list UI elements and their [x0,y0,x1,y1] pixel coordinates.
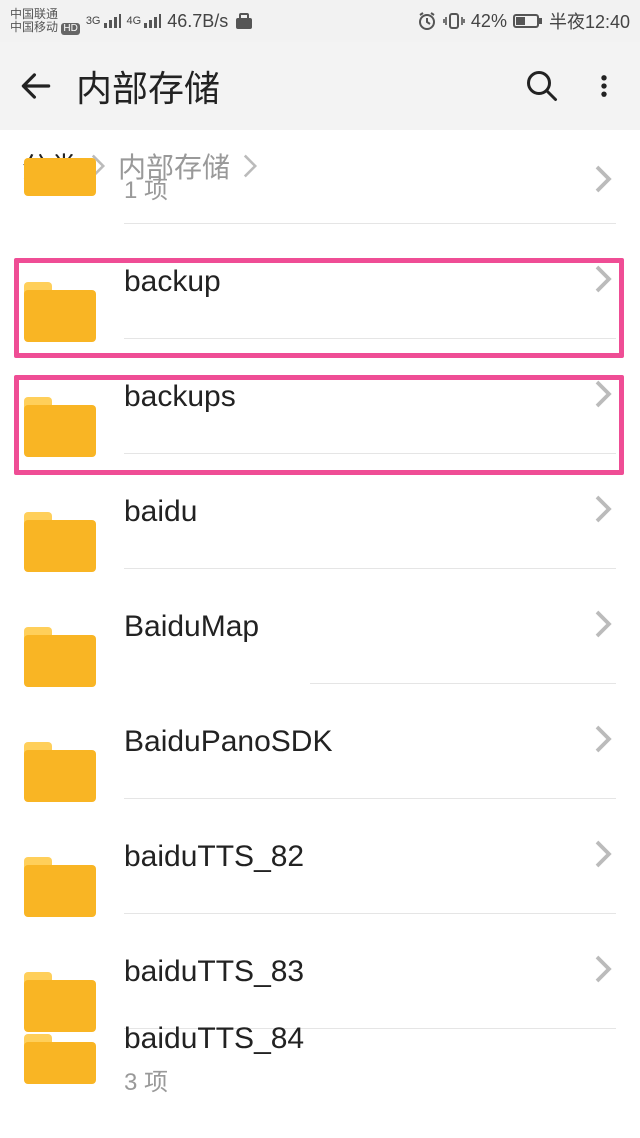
folder-subtitle: 3 项 [124,1062,612,1097]
clock-time: 半夜12:40 [549,8,630,34]
folder-icon [24,158,96,198]
folder-subtitle: 1 项 [124,170,594,205]
signal-3g: 3G [86,13,121,29]
more-menu-button[interactable] [582,64,626,108]
folder-row[interactable]: baiduTTS_83 [0,914,640,1029]
folder-name: baiduTTS_83 [124,955,594,989]
search-button[interactable] [520,64,564,108]
chevron-right-icon [594,954,612,989]
chevron-right-icon [594,379,612,414]
folder-row[interactable]: 1 项 [0,164,640,224]
status-bar: 中国联通 中国移动 HD 3G 4G 46.7B/s 42% 半夜 [0,0,640,42]
briefcase-icon [234,12,254,30]
chevron-right-icon [594,164,612,199]
folder-list[interactable]: 1 项 backup backups baidu BaiduMap BaiduP… [0,164,640,1089]
folder-icon [24,1034,96,1084]
folder-name: BaiduMap [124,610,594,644]
net-speed: 46.7B/s [167,11,228,32]
folder-row[interactable]: BaiduPanoSDK [0,684,640,799]
carrier-labels: 中国联通 中国移动 HD [10,8,80,35]
folder-name: baiduTTS_82 [124,840,594,874]
chevron-right-icon [594,494,612,529]
battery-pct: 42% [471,11,507,32]
folder-row[interactable]: backup [0,224,640,339]
folder-row[interactable]: BaiduMap [0,569,640,684]
folder-row[interactable]: baiduTTS_82 [0,799,640,914]
folder-name: backup [124,265,594,299]
folder-name: BaiduPanoSDK [124,725,594,759]
vibrate-icon [443,11,465,31]
chevron-right-icon [594,264,612,299]
battery-icon [513,13,543,29]
chevron-right-icon [594,724,612,759]
alarm-icon [417,11,437,31]
folder-name: baidu [124,495,594,529]
chevron-right-icon [594,609,612,644]
status-left: 中国联通 中国移动 HD 3G 4G 46.7B/s [10,8,254,35]
hd-badge: HD [61,23,79,35]
folder-name: baiduTTS_84 [124,1022,612,1056]
folder-name: backups [124,380,594,414]
signal-4g: 4G [127,13,162,29]
folder-row[interactable]: backups [0,339,640,454]
folder-row[interactable]: baiduTTS_84 3 项 [0,1029,640,1089]
back-button[interactable] [14,64,58,108]
carrier-2: 中国移动 HD [10,21,80,35]
page-title: 内部存储 [76,60,502,112]
folder-row[interactable]: baidu [0,454,640,569]
chevron-right-icon [594,839,612,874]
app-bar: 内部存储 [0,42,640,130]
status-right: 42% 半夜12:40 [417,8,630,34]
